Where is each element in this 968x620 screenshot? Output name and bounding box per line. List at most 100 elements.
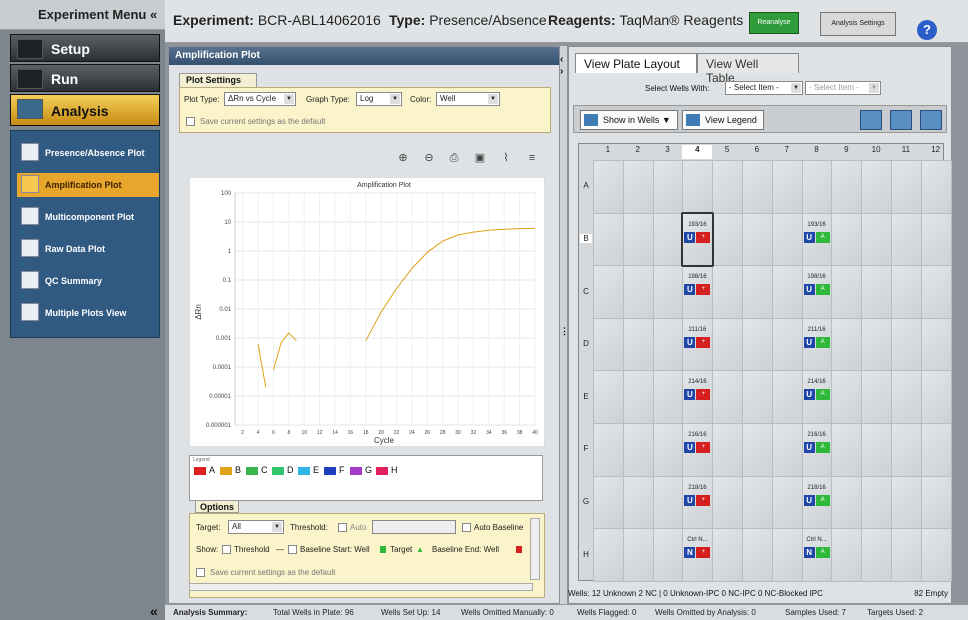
row-header[interactable]: F [580, 444, 592, 453]
plate-well[interactable] [920, 212, 952, 267]
well-content[interactable]: 198/16 U + [680, 273, 714, 305]
plate-well[interactable] [861, 423, 892, 477]
options-horizontal-scrollbar[interactable] [189, 583, 533, 591]
auto-threshold-checkbox[interactable] [338, 523, 347, 532]
collapse-left-panel-icon[interactable]: « [150, 603, 158, 619]
plate-well[interactable] [891, 423, 922, 477]
collapse-menu-icon[interactable]: « [150, 7, 157, 22]
subnav-multiple-plots-view[interactable]: Multiple Plots View [17, 301, 159, 325]
column-header[interactable]: 2 [623, 145, 653, 159]
nav-run-button[interactable]: Run [10, 64, 160, 92]
plate-well[interactable] [622, 265, 654, 319]
plate-well[interactable] [742, 370, 773, 424]
plate-well[interactable] [742, 528, 773, 582]
well-content[interactable]: 216/16 U + [680, 431, 714, 463]
plate-well[interactable] [652, 265, 684, 319]
save-default-checkbox[interactable] [186, 117, 195, 126]
show-baseline-start-checkbox[interactable] [288, 545, 297, 554]
plate-well[interactable] [920, 528, 952, 582]
plate-well[interactable] [742, 160, 773, 214]
column-header[interactable]: 12 [921, 145, 951, 159]
plate-well[interactable] [920, 370, 952, 424]
color-select[interactable]: Well ▼ [436, 92, 500, 106]
analysis-settings-button[interactable]: Analysis Settings [820, 12, 896, 36]
zoom-in-icon[interactable]: ⊕ [396, 151, 410, 165]
options-tab[interactable]: Options [195, 500, 239, 513]
plate-well[interactable] [831, 212, 863, 267]
plate-well[interactable] [622, 317, 654, 372]
plate-well[interactable] [682, 160, 714, 214]
plate-well[interactable] [771, 475, 803, 530]
plate-well[interactable] [831, 423, 863, 477]
plate-well[interactable] [861, 475, 892, 530]
zoom-plate-icon[interactable] [860, 110, 882, 130]
row-header[interactable]: D [580, 339, 592, 348]
plate-well[interactable] [771, 160, 803, 214]
tab-view-well-table[interactable]: View Well Table [697, 53, 799, 85]
plate-well[interactable] [831, 528, 863, 582]
plate-well[interactable] [920, 265, 952, 319]
collapse-right-icon[interactable]: › [560, 66, 563, 77]
plate-well[interactable] [593, 212, 624, 267]
plate-well[interactable] [712, 160, 743, 214]
column-header[interactable]: 4 [682, 145, 713, 159]
plate-well[interactable] [891, 317, 922, 372]
well-content[interactable]: Ctrl N... N + [680, 536, 714, 568]
plate-well[interactable] [742, 265, 773, 319]
row-header[interactable]: A [580, 181, 592, 190]
plate-well[interactable] [712, 475, 743, 530]
plate-well[interactable] [652, 212, 684, 267]
well-content[interactable]: 218/16 U A [800, 484, 834, 516]
plate-well[interactable] [712, 317, 743, 372]
plate-well[interactable] [861, 317, 892, 372]
plate-well[interactable] [652, 475, 684, 530]
row-header[interactable]: C [580, 287, 592, 296]
column-header[interactable]: 8 [802, 145, 832, 159]
subnav-presence-absence-plot[interactable]: Presence/Absence Plot [17, 141, 159, 165]
target-select[interactable]: All ▼ [228, 520, 284, 534]
threshold-input[interactable] [372, 520, 456, 534]
plate-well[interactable] [712, 423, 743, 477]
plate-well[interactable] [771, 423, 803, 477]
row-header[interactable]: B [580, 233, 592, 243]
auto-baseline-checkbox[interactable] [462, 523, 471, 532]
plate-well[interactable] [831, 160, 863, 214]
plot-settings-tab[interactable]: Plot Settings [179, 73, 257, 87]
show-threshold-checkbox[interactable] [222, 545, 231, 554]
list-icon[interactable]: ≡ [525, 151, 539, 165]
column-header[interactable]: 7 [772, 145, 802, 159]
plate-well[interactable] [801, 160, 833, 214]
plate-well[interactable] [652, 528, 684, 582]
panel-splitter[interactable]: ‹ › ⋮ [560, 46, 569, 604]
plate-well[interactable] [742, 317, 773, 372]
well-content[interactable]: 214/16 U + [680, 378, 714, 410]
column-header[interactable]: 1 [593, 145, 623, 159]
print-icon[interactable]: ⎙ [447, 151, 461, 165]
plate-well[interactable] [920, 160, 952, 214]
plate-well[interactable] [742, 423, 773, 477]
plate-well[interactable] [771, 317, 803, 372]
expand-plate-icon[interactable] [920, 110, 942, 130]
plate-well[interactable] [742, 212, 773, 267]
zoom-out-icon[interactable]: ⊖ [422, 151, 436, 165]
plate-well[interactable] [831, 265, 863, 319]
subnav-amplification-plot[interactable]: Amplification Plot [17, 173, 159, 197]
plate-well[interactable] [593, 423, 624, 477]
row-header[interactable]: E [580, 392, 592, 401]
row-header[interactable]: G [580, 497, 592, 506]
select-wells-item-1[interactable]: - Select Item - ▼ [725, 81, 803, 95]
plate-well[interactable] [891, 475, 922, 530]
plate-well[interactable] [861, 370, 892, 424]
plate-well[interactable] [712, 212, 743, 267]
plate-well[interactable] [593, 475, 624, 530]
plate-well[interactable] [891, 528, 922, 582]
save-options-default-checkbox[interactable] [196, 568, 205, 577]
plate-well[interactable] [920, 317, 952, 372]
well-content[interactable]: 216/16 U A [800, 431, 834, 463]
plot-properties-icon[interactable]: ⌇ [499, 151, 513, 165]
plate-well[interactable] [593, 160, 624, 214]
select-wells-item-2[interactable]: - Select Item - ▼ [805, 81, 881, 95]
plate-well[interactable] [622, 528, 654, 582]
plate-well[interactable] [831, 317, 863, 372]
view-legend-button[interactable]: View Legend [682, 110, 764, 130]
